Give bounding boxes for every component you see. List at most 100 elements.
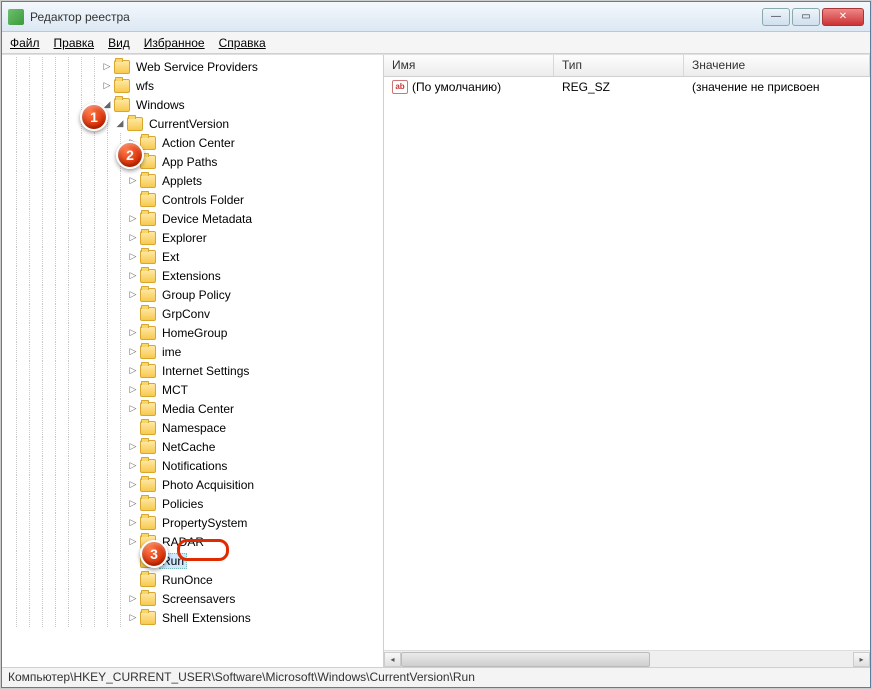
scroll-left-button[interactable]: ◂ [384, 652, 401, 667]
expand-toggle-icon[interactable]: ▷ [127, 612, 139, 623]
scroll-track[interactable] [401, 652, 853, 667]
tree-item[interactable]: ▷Action Center [6, 133, 383, 152]
expand-toggle-icon[interactable]: ▷ [127, 156, 139, 167]
folder-icon [140, 136, 156, 150]
expand-toggle-icon[interactable]: ▷ [101, 61, 113, 72]
string-value-icon: ab [392, 80, 408, 94]
tree-item[interactable]: ▷Media Center [6, 399, 383, 418]
horizontal-scrollbar[interactable]: ◂ ▸ [384, 650, 870, 667]
minimize-button[interactable]: — [762, 8, 790, 26]
expand-toggle-icon[interactable]: ▷ [127, 403, 139, 414]
expand-toggle-icon[interactable]: ▷ [127, 517, 139, 528]
tree-item[interactable]: ▷ Web Service Providers [6, 57, 383, 76]
scroll-thumb[interactable] [401, 652, 650, 667]
tree-item[interactable]: ▷ PropertySystem [6, 513, 383, 532]
tree-item[interactable]: Run [6, 551, 383, 570]
expand-toggle-icon[interactable]: ▷ [127, 536, 139, 547]
tree-item[interactable]: ▷Applets [6, 171, 383, 190]
tree-item-label: PropertySystem [159, 515, 250, 531]
statusbar: Компьютер\HKEY_CURRENT_USER\Software\Mic… [2, 667, 870, 687]
menu-view[interactable]: Вид [108, 36, 130, 50]
tree-item-label: Web Service Providers [133, 59, 261, 75]
tree-item[interactable]: ▷ime [6, 342, 383, 361]
value-row[interactable]: ab(По умолчанию) REG_SZ (значение не при… [384, 77, 870, 97]
col-header-value[interactable]: Значение [684, 55, 870, 76]
tree-item[interactable]: ▷Photo Acquisition [6, 475, 383, 494]
values-header: Имя Тип Значение [384, 55, 870, 77]
col-header-name[interactable]: Имя [384, 55, 554, 76]
close-button[interactable]: ✕ [822, 8, 864, 26]
tree-item[interactable]: ◢Windows [6, 95, 383, 114]
col-header-type[interactable]: Тип [554, 55, 684, 76]
menu-file[interactable]: Файл [10, 36, 40, 50]
tree-item[interactable]: RunOnce [6, 570, 383, 589]
expand-toggle-icon[interactable]: ▷ [127, 327, 139, 338]
expand-toggle-icon[interactable]: ▷ [127, 346, 139, 357]
folder-icon [140, 383, 156, 397]
tree-item[interactable]: ◢ CurrentVersion [6, 114, 383, 133]
maximize-button[interactable]: ▭ [792, 8, 820, 26]
tree-item-label: Run [159, 553, 187, 569]
folder-icon [114, 98, 130, 112]
tree-item-label: App Paths [159, 154, 220, 170]
values-list[interactable]: ab(По умолчанию) REG_SZ (значение не при… [384, 77, 870, 650]
expand-toggle-icon[interactable]: ▷ [127, 175, 139, 186]
expand-toggle-icon[interactable]: ▷ [127, 479, 139, 490]
titlebar[interactable]: Редактор реестра — ▭ ✕ [2, 2, 870, 32]
tree-item-label: HomeGroup [159, 325, 230, 341]
tree-item[interactable]: ▷Screensavers [6, 589, 383, 608]
expand-toggle-icon[interactable]: ▷ [127, 232, 139, 243]
tree-item[interactable]: ▷NetCache [6, 437, 383, 456]
tree-item[interactable]: ▷ HomeGroup [6, 323, 383, 342]
expand-toggle-icon[interactable]: ▷ [127, 137, 139, 148]
expand-toggle-icon[interactable]: ◢ [114, 118, 126, 129]
expand-toggle-icon[interactable]: ▷ [127, 384, 139, 395]
tree-item[interactable]: ▷MCT [6, 380, 383, 399]
menu-edit[interactable]: Правка [54, 36, 95, 50]
expand-toggle-icon[interactable]: ▷ [127, 441, 139, 452]
expand-toggle-icon[interactable]: ▷ [127, 460, 139, 471]
scroll-right-button[interactable]: ▸ [853, 652, 870, 667]
tree-item-label: RADAR [159, 534, 207, 550]
tree-item-label: Namespace [159, 420, 229, 436]
expand-toggle-icon[interactable]: ▷ [127, 251, 139, 262]
expand-toggle-icon[interactable]: ▷ [127, 213, 139, 224]
tree-item[interactable]: ▷ Device Metadata [6, 209, 383, 228]
tree-item-label: Notifications [159, 458, 230, 474]
expand-toggle-icon[interactable]: ◢ [101, 99, 113, 110]
value-name-cell: ab(По умолчанию) [384, 80, 554, 95]
tree-item-label: GrpConv [159, 306, 213, 322]
tree-item[interactable]: ▷Explorer [6, 228, 383, 247]
content-area: ▷Web Service Providers▷wfs◢Windows◢Curre… [2, 54, 870, 667]
tree-item[interactable]: ▷ Notifications [6, 456, 383, 475]
expand-toggle-icon[interactable]: ▷ [127, 289, 139, 300]
tree-item[interactable]: ▷Extensions [6, 266, 383, 285]
tree-item[interactable]: ▷Ext [6, 247, 383, 266]
menu-favorites[interactable]: Избранное [144, 36, 205, 50]
tree-item-label: Internet Settings [159, 363, 252, 379]
folder-icon [140, 478, 156, 492]
tree-item[interactable]: Controls Folder [6, 190, 383, 209]
registry-tree: ▷Web Service Providers▷wfs◢Windows◢Curre… [2, 55, 383, 667]
tree-item[interactable]: ▷Shell Extensions [6, 608, 383, 627]
tree-item[interactable]: Namespace [6, 418, 383, 437]
tree-item[interactable]: ▷Policies [6, 494, 383, 513]
tree-item-label: Device Metadata [159, 211, 255, 227]
expand-toggle-icon[interactable]: ▷ [127, 498, 139, 509]
tree-item[interactable]: ▷wfs [6, 76, 383, 95]
tree-item[interactable]: ▷ Internet Settings [6, 361, 383, 380]
expand-toggle-icon[interactable]: ▷ [127, 365, 139, 376]
expand-toggle-icon[interactable]: ▷ [127, 270, 139, 281]
menu-help[interactable]: Справка [219, 36, 266, 50]
expand-toggle-icon[interactable]: ▷ [101, 80, 113, 91]
expand-toggle-icon[interactable]: ▷ [127, 593, 139, 604]
tree-pane[interactable]: ▷Web Service Providers▷wfs◢Windows◢Curre… [2, 55, 384, 667]
tree-item[interactable]: ▷Group Policy [6, 285, 383, 304]
tree-item[interactable]: ▷ App Paths [6, 152, 383, 171]
window-buttons: — ▭ ✕ [762, 8, 864, 26]
tree-item[interactable]: ▷ RADAR [6, 532, 383, 551]
menubar: Файл Правка Вид Избранное Справка [2, 32, 870, 54]
tree-item-label: CurrentVersion [146, 116, 232, 132]
tree-item[interactable]: GrpConv [6, 304, 383, 323]
window-title: Редактор реестра [30, 10, 762, 24]
